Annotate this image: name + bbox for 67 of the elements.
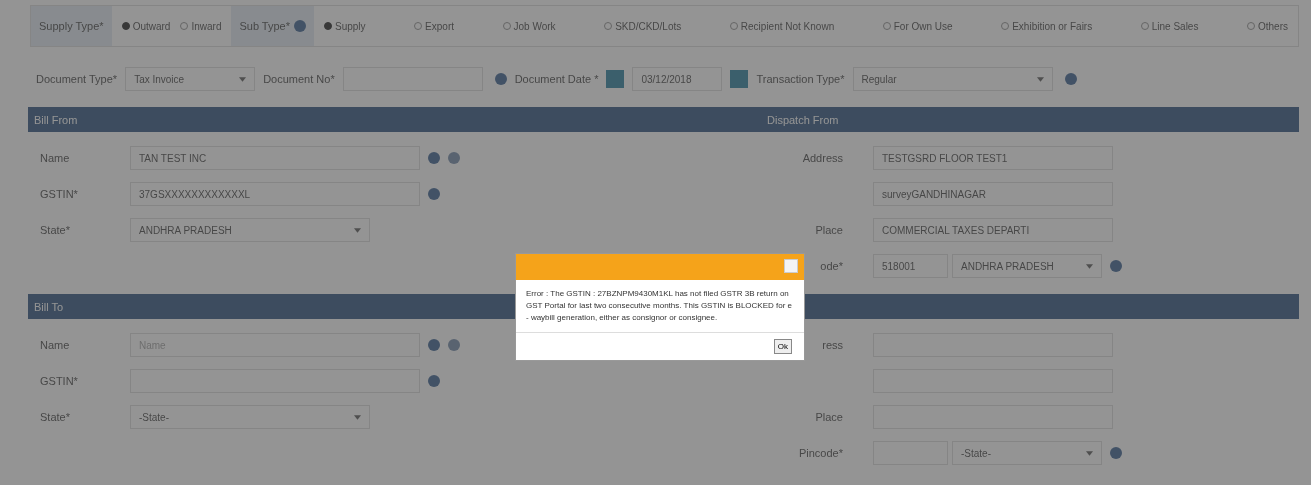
info-icon[interactable] bbox=[448, 152, 460, 164]
input-field[interactable]: surveyGANDHINAGAR bbox=[873, 182, 1113, 206]
state-select[interactable]: -State- bbox=[952, 441, 1102, 465]
state-select[interactable]: -State- bbox=[130, 405, 370, 429]
caret-icon bbox=[239, 76, 247, 82]
field-label: ode* bbox=[820, 260, 843, 272]
input-field[interactable]: TESTGSRD FLOOR TEST1 bbox=[873, 146, 1113, 170]
field-label: State* bbox=[39, 224, 71, 236]
radio-option[interactable]: Recipient Not Known bbox=[729, 20, 835, 32]
calendar-icon[interactable] bbox=[606, 70, 625, 88]
field-label: Place bbox=[815, 411, 843, 423]
radio-option[interactable]: Line Sales bbox=[1140, 20, 1199, 32]
field-label: Address bbox=[802, 152, 843, 164]
caret-icon bbox=[354, 414, 361, 420]
field-label: Document No* bbox=[263, 73, 335, 85]
caret-icon bbox=[1086, 263, 1093, 269]
document-type-select[interactable]: Tax Invoice bbox=[125, 67, 256, 91]
field-label: State* bbox=[39, 411, 71, 423]
caret-icon bbox=[1086, 450, 1093, 456]
date-field[interactable]: 03/12/2018 bbox=[632, 67, 723, 91]
ok-button[interactable]: Ok bbox=[773, 339, 792, 354]
calendar-icon[interactable] bbox=[730, 70, 749, 88]
field-label: ress bbox=[822, 339, 843, 351]
state-select[interactable]: ANDHRA PRADESH bbox=[952, 254, 1102, 278]
help-icon[interactable] bbox=[428, 152, 440, 164]
field-label: Document Date * bbox=[514, 73, 599, 85]
pincode-field[interactable]: 518001 bbox=[873, 254, 948, 278]
transaction-type-select[interactable]: Regular bbox=[852, 67, 1053, 91]
input-field[interactable]: COMMERCIAL TAXES DEPARTI bbox=[873, 218, 1113, 242]
section-title: Bill From bbox=[34, 113, 78, 126]
help-icon[interactable] bbox=[428, 375, 440, 387]
help-icon[interactable] bbox=[294, 20, 306, 32]
help-icon[interactable] bbox=[1110, 447, 1122, 459]
radio-option[interactable]: SKD/CKD/Lots bbox=[604, 20, 682, 32]
caret-icon bbox=[1036, 76, 1044, 82]
caret-icon bbox=[354, 227, 361, 233]
radio-option[interactable]: Others bbox=[1246, 20, 1288, 32]
field-label: Document Type* bbox=[36, 73, 118, 85]
input-field[interactable]: TAN TEST INC bbox=[130, 146, 420, 170]
help-icon[interactable] bbox=[428, 188, 440, 200]
section-title: Bill To bbox=[34, 300, 64, 313]
field-label: Name bbox=[39, 152, 71, 164]
radio-option[interactable]: Inward bbox=[180, 20, 222, 32]
radio-option[interactable]: Outward bbox=[121, 20, 171, 32]
error-message: Error : The GSTIN : 27BZNPM9430M1KL has not filed GSTR 3B return on GST Portal for last two consecutive months. This GSTIN is BLOCKED for e - waybill generation, either as consignor or consignee. bbox=[516, 280, 804, 333]
help-icon[interactable] bbox=[494, 73, 507, 85]
help-icon[interactable] bbox=[428, 339, 440, 351]
field-label: GSTIN* bbox=[39, 375, 79, 387]
field-label: Pincode* bbox=[798, 447, 843, 459]
info-icon[interactable] bbox=[448, 339, 460, 351]
field-label: GSTIN* bbox=[39, 188, 79, 200]
radio-option[interactable]: Exhibition or Fairs bbox=[1001, 20, 1093, 32]
help-icon[interactable] bbox=[1064, 73, 1077, 85]
field-label: Place bbox=[815, 224, 843, 236]
help-icon[interactable] bbox=[1110, 260, 1122, 272]
section-title: Dispatch From bbox=[767, 113, 839, 126]
radio-option[interactable]: Export bbox=[414, 20, 454, 32]
field-label: Name bbox=[39, 339, 71, 351]
input-field[interactable]: 37GSXXXXXXXXXXXXL bbox=[130, 182, 420, 206]
field-label: Transaction Type* bbox=[756, 73, 845, 85]
field-label: Sub Type* bbox=[239, 20, 290, 32]
field-label: Supply Type* bbox=[31, 6, 112, 46]
radio-option[interactable]: Supply bbox=[324, 20, 366, 32]
radio-option[interactable]: For Own Use bbox=[882, 20, 953, 32]
state-select[interactable]: ANDHRA PRADESH bbox=[130, 218, 370, 242]
close-icon[interactable] bbox=[784, 259, 798, 273]
radio-option[interactable]: Job Work bbox=[502, 20, 556, 32]
